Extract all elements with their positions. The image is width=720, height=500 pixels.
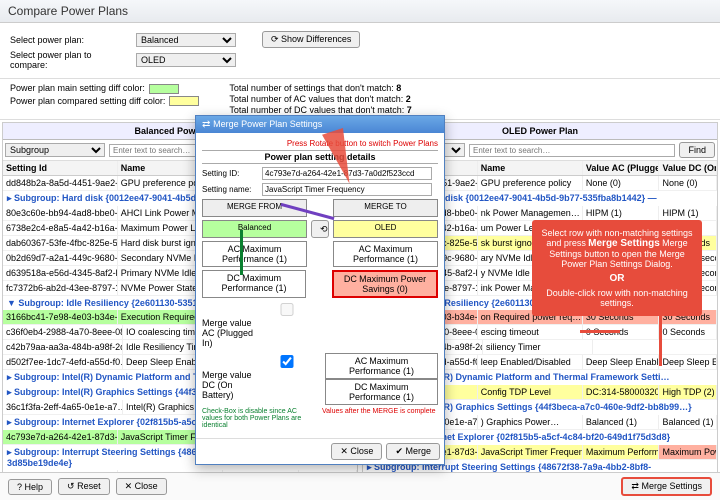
arrow-icon (580, 330, 620, 333)
selection-bar: Select power plan: Balanced ⟳ Show Diffe… (0, 23, 720, 79)
rotate-button[interactable]: ⟲ (311, 220, 329, 238)
dialog-title: ⇄ Merge Power Plan Settings (196, 116, 444, 133)
swatch-main (149, 84, 179, 94)
callout-annotation: Select row with non-matching settings an… (532, 220, 702, 316)
disabled-note: Check-Box is disable since AC values for… (202, 408, 318, 429)
swatch-compare (169, 96, 199, 106)
subgroup-select-left[interactable]: Subgroup (5, 143, 105, 157)
dialog-close-button[interactable]: ✕ Close (331, 443, 382, 460)
diff-summary: Power plan main setting diff color: Powe… (0, 79, 720, 120)
footer: ? Help ↺ Reset ✕ Close ⇄ Merge Settings (0, 472, 720, 500)
select-plan-1[interactable]: Balanced (136, 33, 236, 47)
merge-dialog: ⇄ Merge Power Plan Settings Press Rotate… (195, 115, 445, 465)
setting-name-field[interactable] (262, 183, 432, 196)
select-compare-label: Select power plan to compare: (10, 50, 130, 70)
merge-settings-button[interactable]: ⇄ Merge Settings (621, 477, 712, 496)
select-plan-label: Select power plan: (10, 35, 130, 45)
from-plan: Balanced (202, 220, 307, 238)
help-button[interactable]: ? Help (8, 479, 52, 495)
close-button[interactable]: ✕ Close (116, 478, 167, 495)
dialog-merge-button[interactable]: ✔ Merge (386, 443, 440, 460)
show-diff-button[interactable]: ⟳ Show Differences (262, 31, 360, 48)
rotate-hint: Press Rotate button to switch Power Plan… (202, 139, 438, 148)
arrow-icon (240, 230, 243, 275)
window-title: Compare Power Plans (0, 0, 720, 23)
merge-ac-checkbox (202, 303, 372, 316)
reset-button[interactable]: ↺ Reset (58, 478, 110, 495)
after-merge-note: Values after the MERGE is complete (322, 408, 438, 429)
find-button-right[interactable]: Find (679, 142, 715, 158)
to-plan: OLED (333, 220, 438, 238)
select-plan-2[interactable]: OLED (136, 53, 236, 67)
search-input-right[interactable] (469, 144, 675, 157)
